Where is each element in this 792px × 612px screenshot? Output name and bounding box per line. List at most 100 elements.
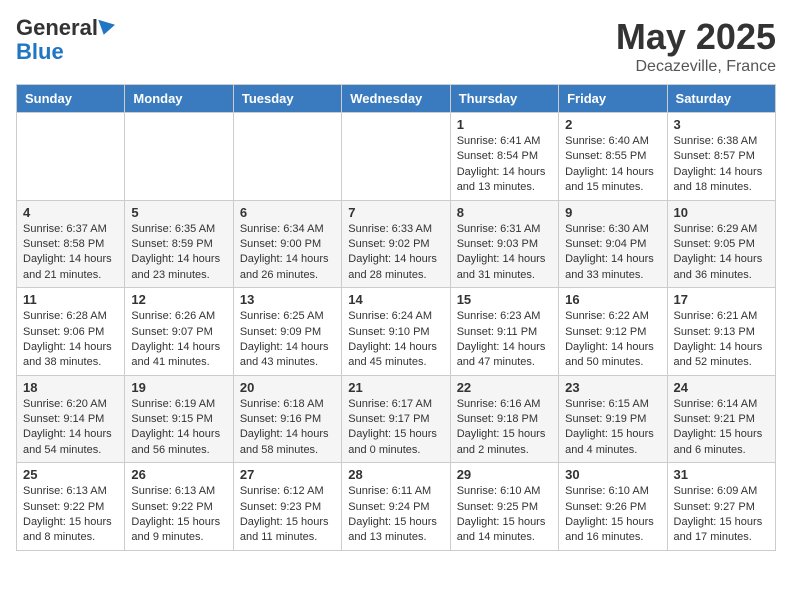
- day-number: 13: [240, 292, 335, 307]
- calendar-cell: 11 Sunrise: 6:28 AMSunset: 9:06 PMDayligh…: [17, 288, 125, 376]
- calendar-cell: 26 Sunrise: 6:13 AMSunset: 9:22 PMDayligh…: [125, 463, 233, 551]
- calendar-cell: 15 Sunrise: 6:23 AMSunset: 9:11 PMDayligh…: [450, 288, 558, 376]
- day-number: 15: [457, 292, 552, 307]
- calendar-cell: 19Sunrise: 6:19 AMSunset: 9:15 PMDayligh…: [125, 375, 233, 463]
- calendar-week-row: 4Sunrise: 6:37 AMSunset: 8:58 PMDaylight…: [17, 200, 776, 288]
- day-info: Sunrise: 6:18 AMSunset: 9:16 PMDaylight:…: [240, 397, 335, 459]
- column-header-saturday: Saturday: [667, 85, 775, 113]
- day-number: 21: [348, 380, 443, 395]
- calendar-cell: 18Sunrise: 6:20 AMSunset: 9:14 PMDayligh…: [17, 375, 125, 463]
- calendar-week-row: 1 Sunrise: 6:41 AMSunset: 8:54 PMDaylight…: [17, 113, 776, 201]
- calendar-cell: 16Sunrise: 6:22 AMSunset: 9:12 PMDayligh…: [559, 288, 667, 376]
- day-number: 24: [674, 380, 769, 395]
- calendar-cell: 9 Sunrise: 6:30 AMSunset: 9:04 PMDaylight…: [559, 200, 667, 288]
- day-info: Sunrise: 6:35 AMSunset: 8:59 PMDaylight:…: [131, 222, 226, 284]
- calendar-cell: 23 Sunrise: 6:15 AMSunset: 9:19 PMDayligh…: [559, 375, 667, 463]
- column-header-tuesday: Tuesday: [233, 85, 341, 113]
- day-number: 31: [674, 467, 769, 482]
- day-number: 11: [23, 292, 118, 307]
- day-info: Sunrise: 6:09 AMSunset: 9:27 PMDaylight:…: [674, 484, 769, 546]
- day-info: Sunrise: 6:33 AMSunset: 9:02 PMDaylight:…: [348, 222, 443, 284]
- calendar-cell: 10Sunrise: 6:29 AMSunset: 9:05 PMDayligh…: [667, 200, 775, 288]
- calendar-cell: [17, 113, 125, 201]
- calendar-cell: 22 Sunrise: 6:16 AMSunset: 9:18 PMDayligh…: [450, 375, 558, 463]
- day-info: Sunrise: 6:22 AMSunset: 9:12 PMDaylight:…: [565, 309, 660, 371]
- page-header: General Blue May 2025 Decazeville, Franc…: [16, 16, 776, 76]
- day-info: Sunrise: 6:26 AMSunset: 9:07 PMDaylight:…: [131, 309, 226, 371]
- month-title: May 2025: [616, 16, 776, 58]
- day-info: Sunrise: 6:25 AMSunset: 9:09 PMDaylight:…: [240, 309, 335, 371]
- calendar-week-row: 18Sunrise: 6:20 AMSunset: 9:14 PMDayligh…: [17, 375, 776, 463]
- calendar-header-row: SundayMondayTuesdayWednesdayThursdayFrid…: [17, 85, 776, 113]
- day-number: 10: [674, 205, 769, 220]
- column-header-thursday: Thursday: [450, 85, 558, 113]
- calendar-cell: 5Sunrise: 6:35 AMSunset: 8:59 PMDaylight…: [125, 200, 233, 288]
- column-header-wednesday: Wednesday: [342, 85, 450, 113]
- day-info: Sunrise: 6:23 AMSunset: 9:11 PMDaylight:…: [457, 309, 552, 371]
- day-number: 20: [240, 380, 335, 395]
- day-info: Sunrise: 6:38 AMSunset: 8:57 PMDaylight:…: [674, 134, 769, 196]
- calendar-week-row: 11 Sunrise: 6:28 AMSunset: 9:06 PMDayligh…: [17, 288, 776, 376]
- logo-general: General: [16, 16, 98, 40]
- day-number: 2: [565, 117, 660, 132]
- day-info: Sunrise: 6:11 AMSunset: 9:24 PMDaylight:…: [348, 484, 443, 546]
- calendar-cell: [233, 113, 341, 201]
- day-info: Sunrise: 6:15 AMSunset: 9:19 PMDaylight:…: [565, 397, 660, 459]
- calendar-cell: 14 Sunrise: 6:24 AMSunset: 9:10 PMDayligh…: [342, 288, 450, 376]
- location-title: Decazeville, France: [616, 58, 776, 76]
- calendar-cell: 30 Sunrise: 6:10 AMSunset: 9:26 PMDayligh…: [559, 463, 667, 551]
- calendar-cell: 2 Sunrise: 6:40 AMSunset: 8:55 PMDaylight…: [559, 113, 667, 201]
- day-info: Sunrise: 6:28 AMSunset: 9:06 PMDaylight:…: [23, 309, 118, 371]
- day-number: 7: [348, 205, 443, 220]
- day-info: Sunrise: 6:17 AMSunset: 9:17 PMDaylight:…: [348, 397, 443, 459]
- day-number: 30: [565, 467, 660, 482]
- column-header-friday: Friday: [559, 85, 667, 113]
- day-number: 9: [565, 205, 660, 220]
- day-number: 28: [348, 467, 443, 482]
- logo-arrow-icon: [98, 17, 117, 35]
- calendar-cell: 6Sunrise: 6:34 AMSunset: 9:00 PMDaylight…: [233, 200, 341, 288]
- calendar-cell: 1 Sunrise: 6:41 AMSunset: 8:54 PMDaylight…: [450, 113, 558, 201]
- calendar-cell: 27 Sunrise: 6:12 AMSunset: 9:23 PMDayligh…: [233, 463, 341, 551]
- day-info: Sunrise: 6:37 AMSunset: 8:58 PMDaylight:…: [23, 222, 118, 284]
- calendar-cell: 28 Sunrise: 6:11 AMSunset: 9:24 PMDayligh…: [342, 463, 450, 551]
- day-info: Sunrise: 6:31 AMSunset: 9:03 PMDaylight:…: [457, 222, 552, 284]
- day-number: 26: [131, 467, 226, 482]
- calendar-cell: 25 Sunrise: 6:13 AMSunset: 9:22 PMDayligh…: [17, 463, 125, 551]
- column-header-monday: Monday: [125, 85, 233, 113]
- day-info: Sunrise: 6:13 AMSunset: 9:22 PMDaylight:…: [23, 484, 118, 546]
- calendar-cell: 3 Sunrise: 6:38 AMSunset: 8:57 PMDaylight…: [667, 113, 775, 201]
- day-info: Sunrise: 6:16 AMSunset: 9:18 PMDaylight:…: [457, 397, 552, 459]
- calendar-week-row: 25 Sunrise: 6:13 AMSunset: 9:22 PMDayligh…: [17, 463, 776, 551]
- day-number: 25: [23, 467, 118, 482]
- calendar-cell: 31 Sunrise: 6:09 AMSunset: 9:27 PMDayligh…: [667, 463, 775, 551]
- day-info: Sunrise: 6:41 AMSunset: 8:54 PMDaylight:…: [457, 134, 552, 196]
- day-info: Sunrise: 6:24 AMSunset: 9:10 PMDaylight:…: [348, 309, 443, 371]
- calendar-cell: 24Sunrise: 6:14 AMSunset: 9:21 PMDayligh…: [667, 375, 775, 463]
- day-info: Sunrise: 6:20 AMSunset: 9:14 PMDaylight:…: [23, 397, 118, 459]
- day-number: 1: [457, 117, 552, 132]
- title-block: May 2025 Decazeville, France: [616, 16, 776, 76]
- day-info: Sunrise: 6:10 AMSunset: 9:26 PMDaylight:…: [565, 484, 660, 546]
- day-number: 14: [348, 292, 443, 307]
- day-number: 22: [457, 380, 552, 395]
- calendar-cell: 7 Sunrise: 6:33 AMSunset: 9:02 PMDaylight…: [342, 200, 450, 288]
- calendar-table: SundayMondayTuesdayWednesdayThursdayFrid…: [16, 84, 776, 551]
- calendar-cell: 20 Sunrise: 6:18 AMSunset: 9:16 PMDayligh…: [233, 375, 341, 463]
- logo-blue: Blue: [16, 39, 64, 64]
- day-info: Sunrise: 6:30 AMSunset: 9:04 PMDaylight:…: [565, 222, 660, 284]
- day-number: 29: [457, 467, 552, 482]
- calendar-cell: 8 Sunrise: 6:31 AMSunset: 9:03 PMDaylight…: [450, 200, 558, 288]
- day-number: 12: [131, 292, 226, 307]
- calendar-cell: [125, 113, 233, 201]
- day-info: Sunrise: 6:13 AMSunset: 9:22 PMDaylight:…: [131, 484, 226, 546]
- day-number: 3: [674, 117, 769, 132]
- day-number: 8: [457, 205, 552, 220]
- calendar-cell: 29Sunrise: 6:10 AMSunset: 9:25 PMDayligh…: [450, 463, 558, 551]
- logo: General Blue: [16, 16, 115, 64]
- day-number: 23: [565, 380, 660, 395]
- day-number: 27: [240, 467, 335, 482]
- column-header-sunday: Sunday: [17, 85, 125, 113]
- day-info: Sunrise: 6:12 AMSunset: 9:23 PMDaylight:…: [240, 484, 335, 546]
- day-info: Sunrise: 6:40 AMSunset: 8:55 PMDaylight:…: [565, 134, 660, 196]
